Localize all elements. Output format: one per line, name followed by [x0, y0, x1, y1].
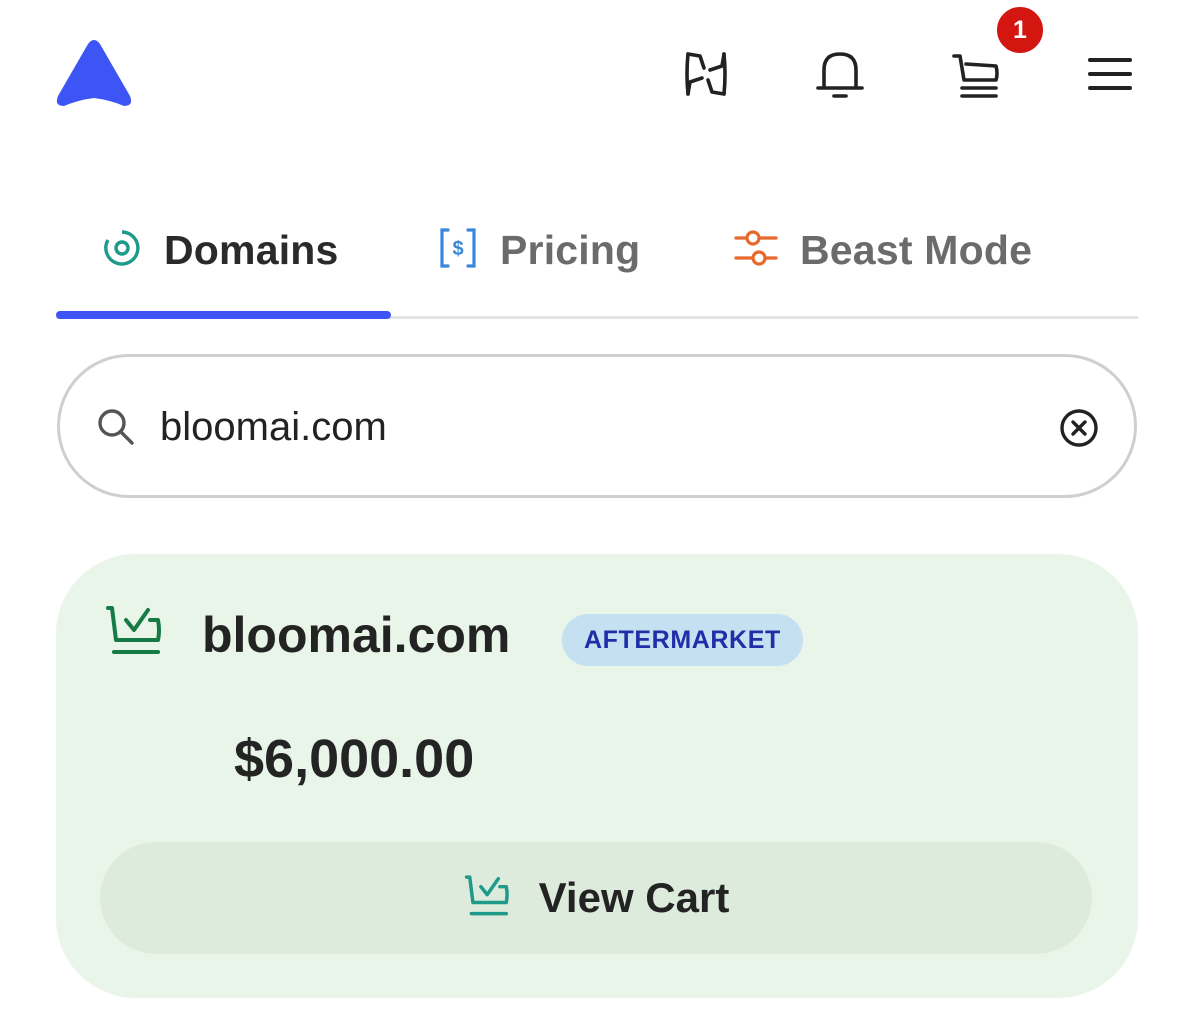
page: 1 Domains $ Pricing Beast Mode bloomai.c…	[0, 0, 1200, 1010]
tab-pricing-label: Pricing	[500, 226, 641, 273]
cart-check-icon	[104, 604, 166, 662]
view-cart-button[interactable]: View Cart	[100, 842, 1092, 954]
logo-icon[interactable]	[54, 38, 134, 110]
tab-beast-mode[interactable]: Beast Mode	[734, 210, 1032, 290]
bell-icon[interactable]	[810, 44, 870, 104]
ai-sparkle-icon[interactable]	[676, 44, 736, 104]
menu-icon[interactable]	[1080, 44, 1140, 104]
aftermarket-badge: AFTERMARKET	[562, 614, 803, 666]
clear-search-icon[interactable]	[1058, 407, 1100, 449]
tab-bar: Domains $ Pricing Beast Mode	[56, 210, 1138, 320]
active-tab-indicator	[56, 311, 391, 319]
search-box	[57, 354, 1137, 498]
tab-domains-label: Domains	[164, 226, 339, 273]
svg-text:$: $	[452, 238, 463, 260]
cart-check-icon	[463, 874, 513, 923]
sliders-icon	[734, 228, 778, 273]
domain-name: bloomai.com	[202, 607, 511, 663]
tab-beast-mode-label: Beast Mode	[800, 226, 1033, 273]
cart-icon[interactable]	[946, 44, 1006, 104]
domain-result-card: bloomai.com AFTERMARKET $6,000.00 View C…	[56, 554, 1138, 998]
target-icon	[102, 228, 142, 273]
search-icon	[96, 407, 136, 447]
view-cart-label: View Cart	[538, 874, 730, 921]
cart-count-badge: 1	[994, 4, 1046, 56]
tab-pricing[interactable]: $ Pricing	[438, 210, 640, 290]
search-input[interactable]	[160, 397, 1020, 457]
price-tag-icon: $	[438, 226, 478, 275]
tab-domains[interactable]: Domains	[102, 210, 339, 290]
domain-price: $6,000.00	[234, 729, 475, 789]
